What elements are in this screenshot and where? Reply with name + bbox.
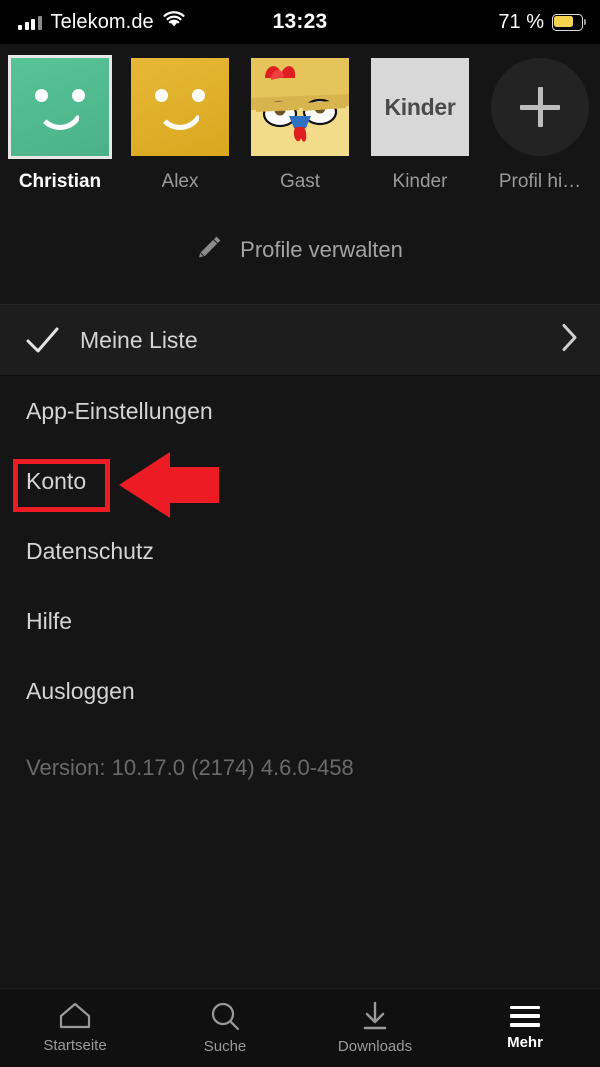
menu-item-label: Datenschutz — [26, 537, 154, 564]
menu-item-label: Konto — [26, 467, 87, 494]
smiley-green-avatar — [8, 55, 112, 159]
tab-label: Startseite — [43, 1037, 107, 1054]
menu-item-label: App-Einstellungen — [26, 397, 213, 424]
my-list-row[interactable]: Meine Liste — [0, 304, 600, 376]
hamburger-icon — [510, 1005, 540, 1027]
profile-label: Alex — [161, 171, 199, 192]
avatar-wrap[interactable] — [491, 58, 589, 156]
menu-item-datenschutz[interactable]: Datenschutz — [0, 516, 600, 586]
avatar-wrap[interactable] — [251, 58, 349, 156]
tab-startseite[interactable]: Startseite — [0, 1002, 150, 1054]
avatar-wrap[interactable]: Kinder — [371, 58, 469, 156]
menu-item-ausloggen[interactable]: Ausloggen — [0, 656, 600, 726]
menu-item-label: Hilfe — [26, 607, 73, 634]
avatar-wrap[interactable] — [131, 58, 229, 156]
check-icon — [26, 327, 59, 354]
pencil-icon — [197, 234, 223, 265]
smiley-yellow-avatar — [131, 58, 229, 156]
tab-downloads[interactable]: Downloads — [300, 1001, 450, 1055]
add-profile-icon — [491, 58, 589, 156]
battery-percent-label: 71 % — [498, 10, 544, 33]
profile-label: Profil hi… — [498, 171, 582, 192]
chevron-right-icon[interactable] — [561, 324, 578, 357]
profile-kinder[interactable]: Kinder Kinder — [360, 58, 480, 193]
avatar-wrap[interactable] — [8, 55, 112, 159]
menu-item-hilfe[interactable]: Hilfe — [0, 586, 600, 656]
profile-christian[interactable]: Christian — [0, 55, 120, 193]
battery-icon — [552, 13, 586, 31]
profile-label: Christian — [18, 171, 102, 192]
menu-item-konto[interactable]: Konto — [0, 446, 600, 516]
menu-item-label: Ausloggen — [26, 677, 135, 704]
download-icon — [360, 1001, 390, 1031]
chicken-avatar — [251, 58, 349, 156]
profile-strip: Christian Alex Gast Kinder Kinder Profil… — [0, 44, 600, 196]
app-screen: Telekom.de 13:23 71 % Christian Alex Gas… — [0, 0, 600, 1067]
status-bar: Telekom.de 13:23 71 % — [0, 0, 600, 44]
my-list-label: Meine Liste — [80, 326, 198, 353]
search-icon — [210, 1001, 240, 1031]
manage-profiles-label: Profile verwalten — [240, 236, 403, 262]
status-bar-right: 71 % — [498, 0, 586, 44]
version-label: Version: 10.17.0 (2174) 4.6.0-458 — [26, 755, 354, 780]
tab-label: Mehr — [507, 1033, 543, 1051]
profile-label: Kinder — [392, 171, 448, 192]
tab-label: Suche — [203, 1038, 247, 1055]
tab-mehr[interactable]: Mehr — [450, 1005, 600, 1051]
profile-label: Gast — [279, 171, 321, 192]
home-icon — [59, 1002, 91, 1030]
profile-gast[interactable]: Gast — [240, 58, 360, 193]
settings-menu: App-Einstellungen Konto Datenschutz Hilf… — [0, 376, 600, 726]
profile-add[interactable]: Profil hi… — [480, 58, 600, 193]
tab-suche[interactable]: Suche — [150, 1001, 300, 1055]
bottom-tab-bar: Startseite Suche Downloads Mehr — [0, 988, 600, 1067]
tab-label: Downloads — [337, 1038, 413, 1055]
kinder-avatar: Kinder — [371, 58, 469, 156]
menu-item-app-einstellungen[interactable]: App-Einstellungen — [0, 376, 600, 446]
profile-alex[interactable]: Alex — [120, 58, 240, 193]
manage-profiles-button[interactable]: Profile verwalten — [0, 196, 600, 303]
